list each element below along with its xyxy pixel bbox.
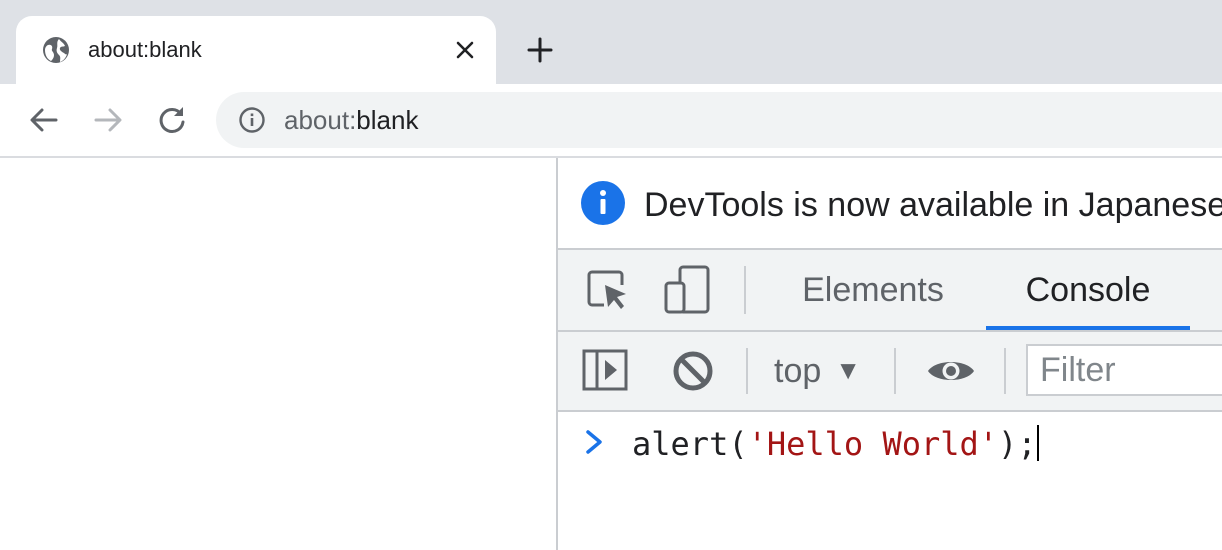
address-bar[interactable]: about:blank (216, 92, 1222, 148)
url-path: blank (356, 105, 419, 135)
infobar-message: DevTools is now available in Japanese (644, 186, 1222, 224)
info-icon (581, 181, 625, 225)
back-arrow-icon[interactable] (28, 104, 60, 136)
context-value: top (774, 352, 822, 390)
toolbar-divider (894, 348, 896, 394)
sidebar-toggle-icon[interactable] (582, 348, 628, 392)
info-icon[interactable] (238, 106, 266, 134)
reload-icon[interactable] (156, 104, 188, 136)
toolbar-divider (744, 266, 746, 314)
browser-tab[interactable]: about:blank (16, 16, 496, 84)
forward-arrow-icon[interactable] (92, 104, 124, 136)
dropdown-arrow-icon: ▼ (835, 355, 861, 385)
close-icon[interactable] (454, 39, 476, 61)
code-string: 'Hello World' (747, 425, 999, 463)
globe-icon (43, 37, 69, 63)
tab-title: about:blank (88, 37, 202, 62)
chevron-right-icon (586, 430, 602, 454)
address-url[interactable]: about:blank (284, 104, 418, 136)
device-toggle-icon[interactable] (664, 265, 712, 315)
inspect-element-icon[interactable] (586, 269, 630, 313)
context-selector[interactable]: top ▼ (774, 332, 861, 410)
clear-console-icon[interactable] (672, 350, 714, 392)
page-viewport[interactable] (0, 158, 556, 550)
browser-toolbar: about:blank (0, 84, 1222, 158)
toolbar-divider (1004, 348, 1006, 394)
active-tab-indicator (986, 326, 1190, 330)
eye-icon[interactable] (926, 356, 976, 386)
filter-input[interactable] (1026, 344, 1222, 396)
tab-console-label: Console (1025, 271, 1151, 309)
text-caret (1036, 425, 1039, 461)
code-function: alert( (632, 425, 748, 463)
devtools-panel: DevTools is now available in Japanese El… (556, 158, 1222, 550)
url-scheme: about: (284, 105, 357, 135)
toolbar-divider (746, 348, 748, 394)
tab-elements[interactable]: Elements (788, 250, 958, 330)
tab-elements-label: Elements (802, 271, 944, 309)
code-tail: ); (998, 425, 1037, 463)
console-toolbar: top ▼ (558, 332, 1222, 412)
language-infobar: DevTools is now available in Japanese (558, 158, 1222, 250)
tab-strip: about:blank (0, 0, 1222, 84)
devtools-tabbar: Elements Console (558, 250, 1222, 332)
tab-console[interactable]: Console (986, 250, 1190, 330)
console-output[interactable]: alert('Hello World'); (558, 412, 1222, 550)
plus-icon[interactable] (526, 36, 554, 64)
console-prompt-input[interactable]: alert('Hello World'); (632, 424, 1039, 464)
